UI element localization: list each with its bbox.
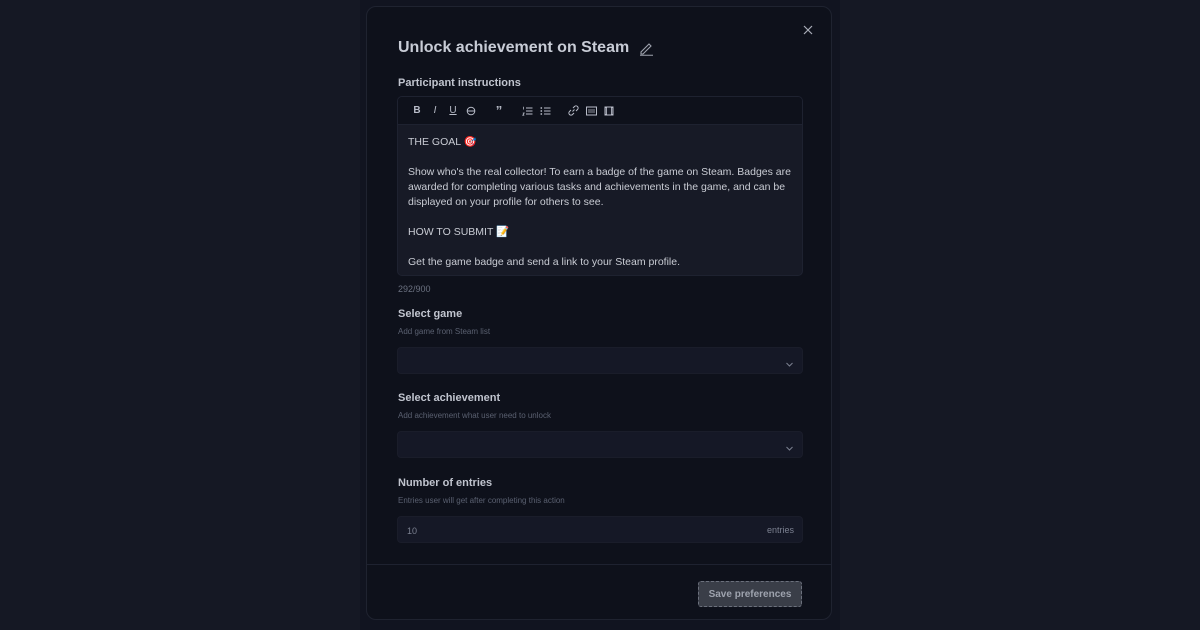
chevron-down-icon [785, 356, 794, 374]
instructions-editor[interactable]: B I U ” THE GOAL 🎯 Show who's the real c… [397, 96, 803, 276]
image-icon[interactable] [582, 102, 600, 120]
goal-heading: THE GOAL 🎯 [408, 136, 477, 148]
select-achievement-dropdown[interactable] [397, 431, 803, 458]
italic-button[interactable]: I [426, 102, 444, 120]
save-preferences-button[interactable]: Save preferences [698, 581, 802, 607]
italic-label: I [433, 105, 437, 116]
action-settings-modal: Unlock achievement on Steam Participant … [366, 6, 832, 620]
entries-hint: Entries user will get after completing t… [398, 496, 565, 505]
entries-label: Number of entries [398, 477, 493, 489]
quote-button[interactable]: ” [490, 102, 508, 120]
entries-input[interactable] [398, 517, 739, 544]
chevron-down-icon [785, 440, 794, 458]
footer-divider [367, 564, 831, 565]
select-game-label: Select game [398, 308, 463, 320]
modal-header: Unlock achievement on Steam [398, 39, 654, 57]
editor-content[interactable]: THE GOAL 🎯 Show who's the real collector… [398, 125, 802, 270]
strikethrough-icon[interactable] [462, 102, 480, 120]
submit-heading: HOW TO SUBMIT 📝 [408, 226, 510, 238]
goal-text: Show who's the real collector! To earn a… [408, 166, 791, 208]
bullet-list-icon[interactable] [536, 102, 554, 120]
pencil-icon[interactable] [639, 41, 654, 56]
video-icon[interactable] [600, 102, 618, 120]
ordered-list-icon[interactable] [518, 102, 536, 120]
select-game-dropdown[interactable] [397, 347, 803, 374]
underline-label: U [449, 105, 457, 116]
select-achievement-hint: Add achievement what user need to unlock [398, 411, 551, 420]
entries-field: entries [397, 516, 803, 544]
submit-text: Get the game badge and send a link to yo… [408, 256, 681, 268]
instructions-label: Participant instructions [398, 77, 521, 89]
underline-button[interactable]: U [444, 102, 462, 120]
select-achievement-label: Select achievement [398, 392, 501, 404]
modal-title: Unlock achievement on Steam [398, 39, 630, 56]
entries-suffix: entries [766, 525, 794, 535]
close-icon[interactable] [799, 21, 817, 39]
bold-button[interactable]: B [408, 102, 426, 120]
editor-toolbar: B I U ” [398, 97, 802, 125]
character-counter: 292/900 [398, 284, 431, 294]
bold-label: B [413, 105, 421, 116]
link-icon[interactable] [564, 102, 582, 120]
quote-label: ” [495, 103, 503, 118]
select-game-hint: Add game from Steam list [398, 327, 491, 336]
